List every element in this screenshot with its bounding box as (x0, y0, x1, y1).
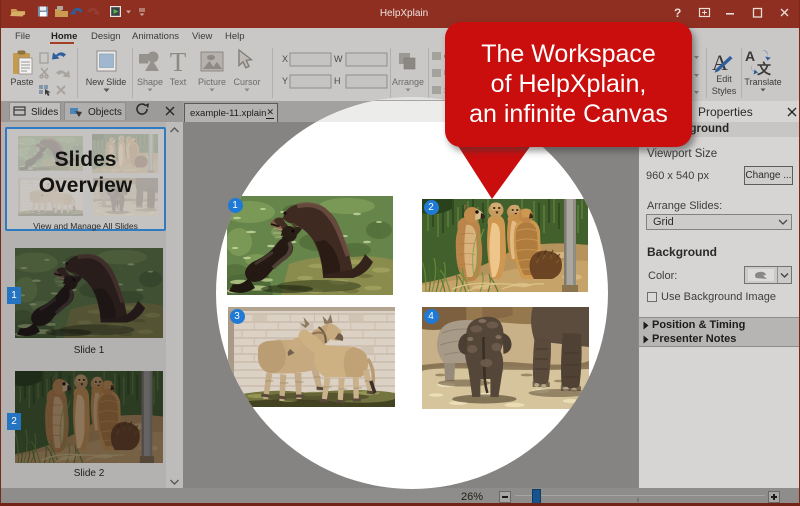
svg-text:New Slide: New Slide (86, 77, 127, 87)
svg-text:文: 文 (757, 61, 772, 77)
svg-text:Edit: Edit (716, 74, 732, 84)
svg-text:H: H (334, 76, 341, 86)
svg-text:W: W (334, 54, 343, 64)
svg-text:?: ? (674, 6, 681, 20)
svg-text:Shape: Shape (137, 77, 163, 87)
svg-text:X: X (282, 54, 288, 64)
svg-text:Picture: Picture (198, 77, 226, 87)
svg-text:Cursor: Cursor (233, 77, 260, 87)
svg-text:Y: Y (282, 76, 288, 86)
svg-text:Translate: Translate (744, 77, 781, 87)
svg-text:Arrange: Arrange (392, 77, 424, 87)
svg-text:Paste: Paste (10, 77, 33, 87)
svg-text:T: T (170, 47, 187, 77)
svg-text:Styles: Styles (712, 86, 737, 96)
svg-text:A: A (745, 48, 755, 64)
svg-text:Text: Text (170, 77, 187, 87)
